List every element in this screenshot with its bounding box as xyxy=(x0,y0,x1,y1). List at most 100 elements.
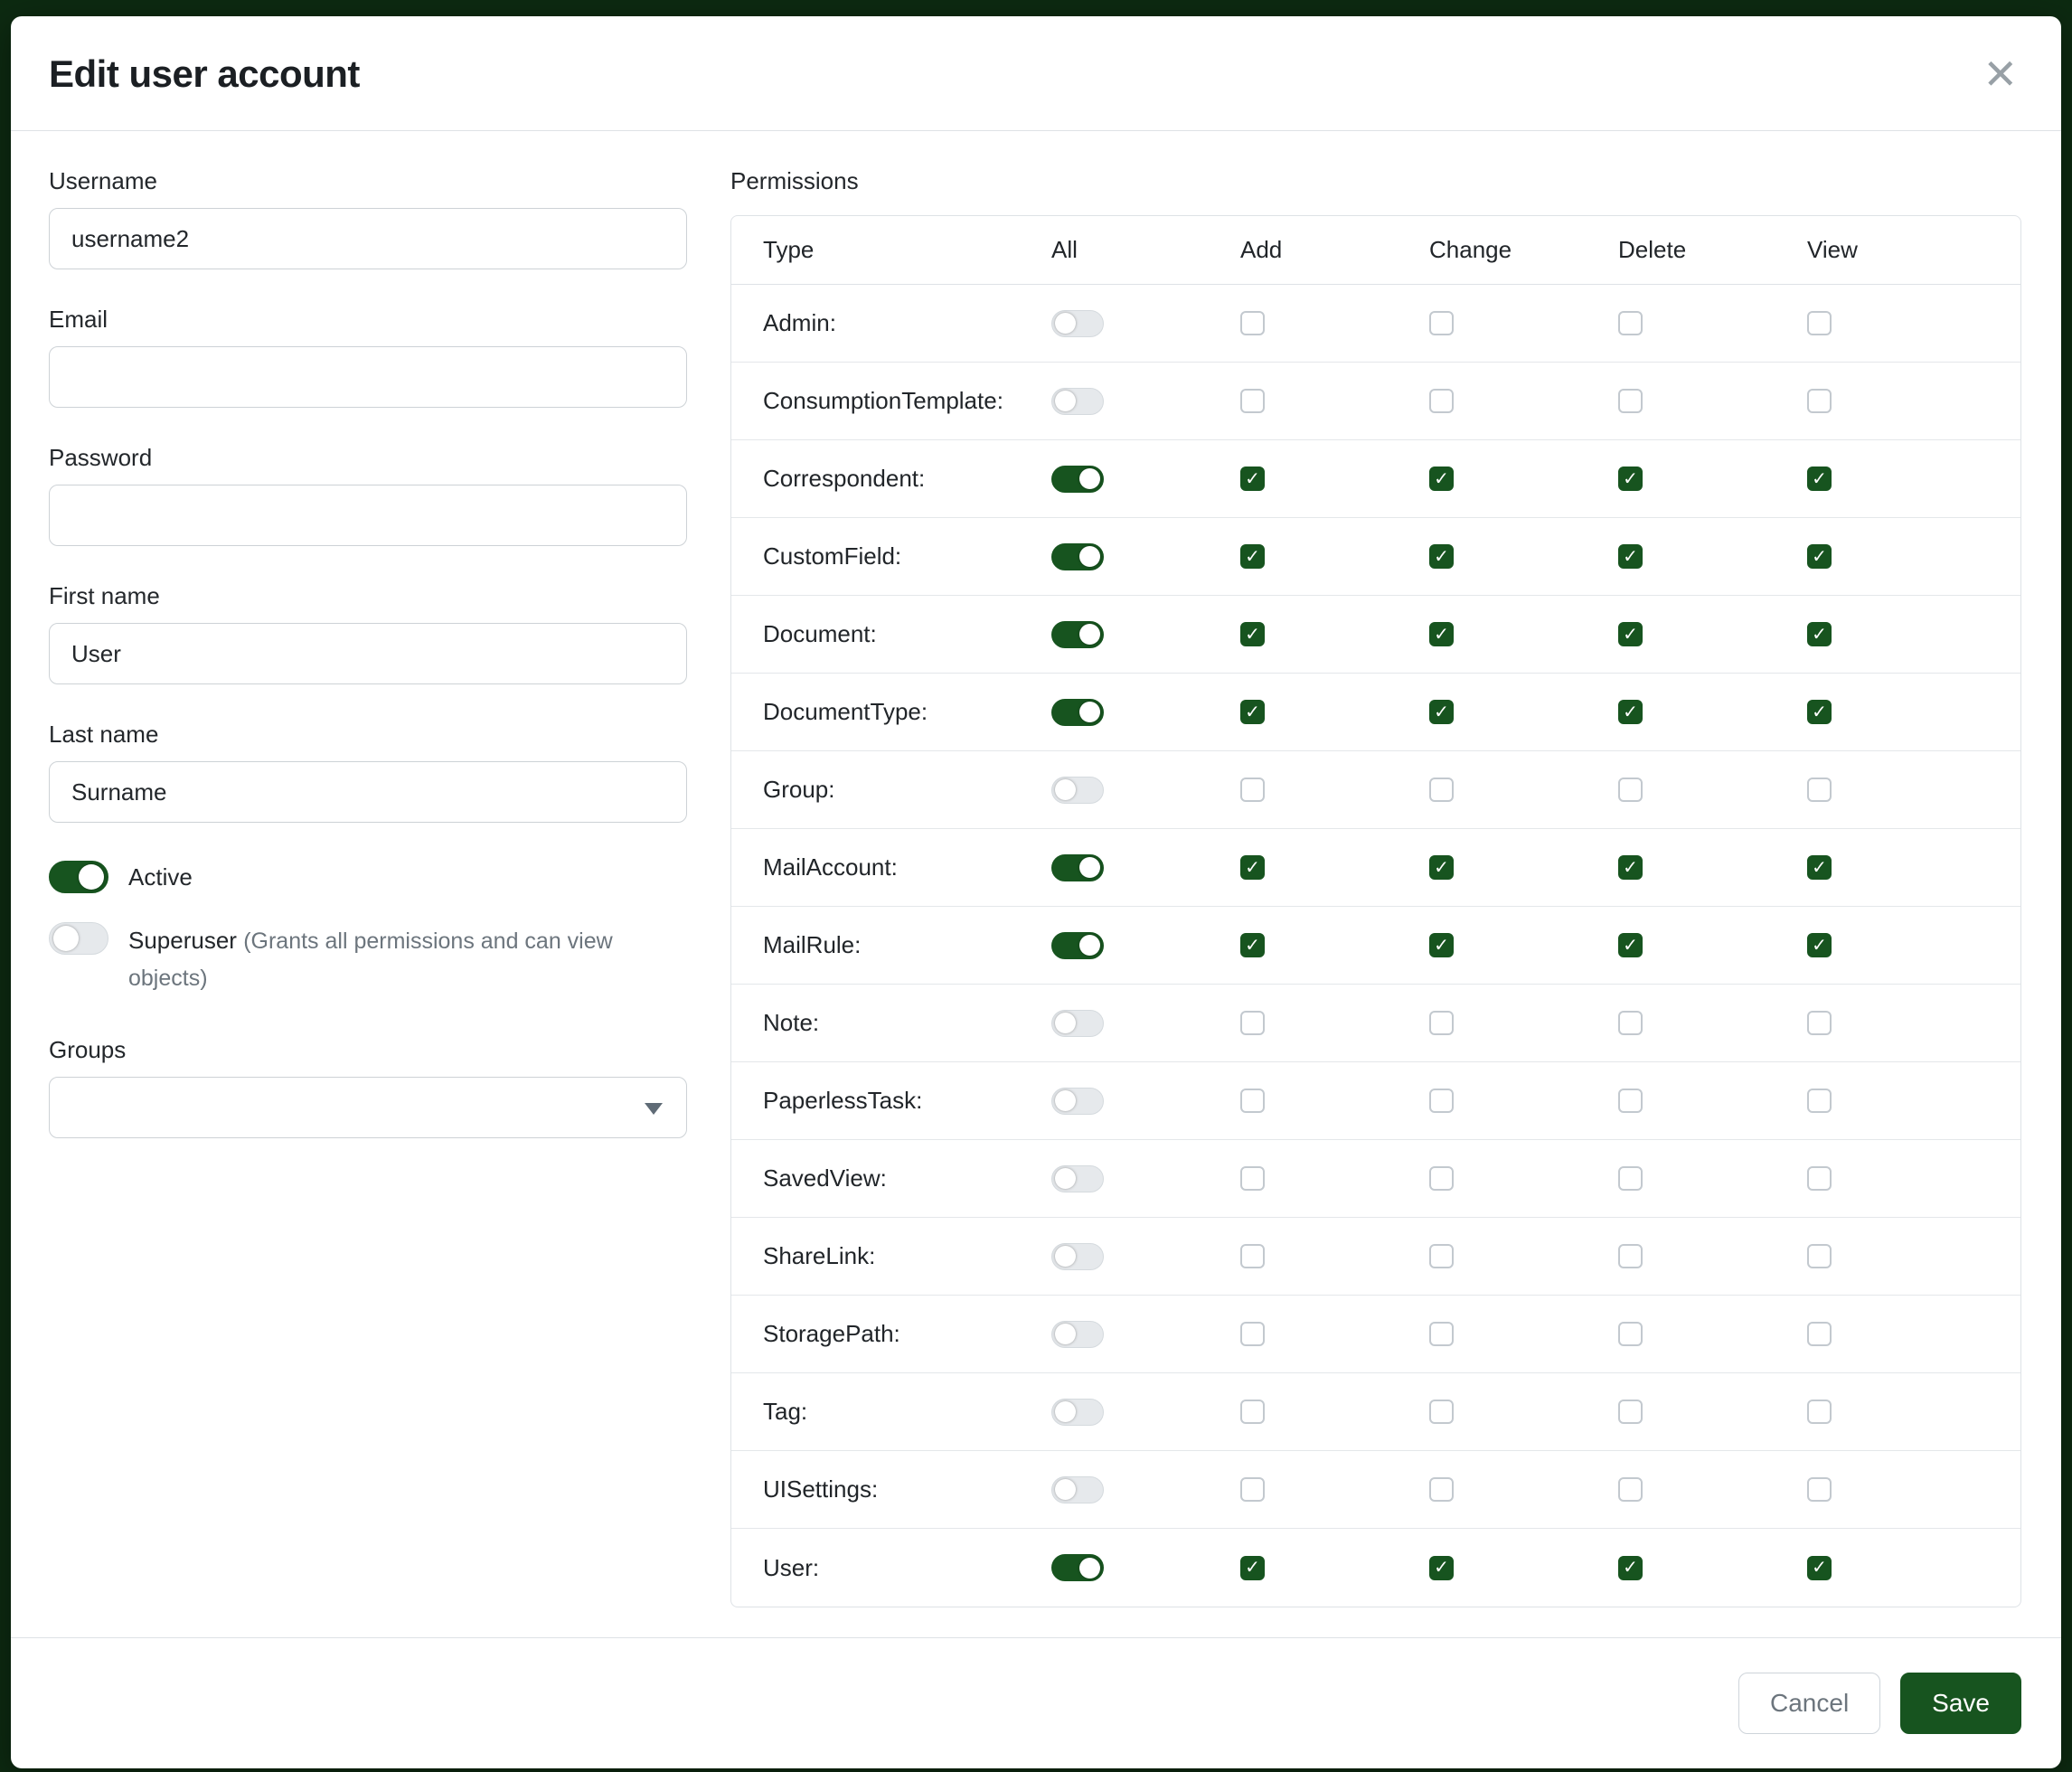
permission-add-checkbox[interactable] xyxy=(1240,1400,1265,1424)
superuser-toggle[interactable] xyxy=(49,922,108,955)
permission-all-toggle[interactable] xyxy=(1051,854,1104,881)
permission-all-toggle[interactable] xyxy=(1051,621,1104,648)
permission-all-toggle[interactable] xyxy=(1051,777,1104,804)
permission-view-checkbox[interactable]: ✓ xyxy=(1807,1556,1832,1580)
permission-all-toggle[interactable] xyxy=(1051,1321,1104,1348)
permission-view-checkbox[interactable] xyxy=(1807,311,1832,335)
permission-change-checkbox[interactable]: ✓ xyxy=(1429,855,1454,880)
permission-delete-checkbox[interactable] xyxy=(1618,389,1643,413)
permission-all-toggle[interactable] xyxy=(1051,1554,1104,1581)
groups-select[interactable] xyxy=(49,1077,687,1138)
permission-all-toggle[interactable] xyxy=(1051,699,1104,726)
permission-view-checkbox[interactable] xyxy=(1807,778,1832,802)
permission-delete-checkbox[interactable]: ✓ xyxy=(1618,933,1643,957)
username-input[interactable] xyxy=(49,208,687,269)
last-name-field[interactable] xyxy=(49,761,687,823)
permission-add-checkbox[interactable]: ✓ xyxy=(1240,467,1265,491)
permission-change-checkbox[interactable] xyxy=(1429,1011,1454,1035)
permission-all-toggle[interactable] xyxy=(1051,1010,1104,1037)
permission-all-toggle[interactable] xyxy=(1051,1399,1104,1426)
permission-view-checkbox[interactable]: ✓ xyxy=(1807,700,1832,724)
permission-change-checkbox[interactable] xyxy=(1429,1477,1454,1502)
permission-change-checkbox[interactable] xyxy=(1429,389,1454,413)
permission-change-checkbox[interactable] xyxy=(1429,311,1454,335)
permission-delete-checkbox[interactable]: ✓ xyxy=(1618,622,1643,646)
permission-delete-checkbox[interactable]: ✓ xyxy=(1618,1556,1643,1580)
permission-change-checkbox[interactable]: ✓ xyxy=(1429,933,1454,957)
permission-add-checkbox[interactable] xyxy=(1240,1244,1265,1268)
permission-view-checkbox[interactable]: ✓ xyxy=(1807,855,1832,880)
permissions-section: Permissions Type All Add Change Delete V… xyxy=(730,167,2021,1607)
permission-delete-checkbox[interactable]: ✓ xyxy=(1618,467,1643,491)
permission-add-checkbox[interactable]: ✓ xyxy=(1240,622,1265,646)
permission-change-checkbox[interactable] xyxy=(1429,1089,1454,1113)
permission-all-toggle[interactable] xyxy=(1051,466,1104,493)
permission-add-checkbox[interactable] xyxy=(1240,1477,1265,1502)
permission-view-checkbox[interactable] xyxy=(1807,389,1832,413)
permission-delete-checkbox[interactable] xyxy=(1618,1400,1643,1424)
first-name-field[interactable] xyxy=(49,623,687,684)
permission-add-checkbox[interactable] xyxy=(1240,778,1265,802)
permission-all-toggle[interactable] xyxy=(1051,1476,1104,1503)
permission-all-toggle[interactable] xyxy=(1051,310,1104,337)
permission-all-toggle[interactable] xyxy=(1051,1243,1104,1270)
permission-add-checkbox[interactable]: ✓ xyxy=(1240,700,1265,724)
permission-view-checkbox[interactable] xyxy=(1807,1400,1832,1424)
permission-view-checkbox[interactable]: ✓ xyxy=(1807,467,1832,491)
permission-change-checkbox[interactable]: ✓ xyxy=(1429,467,1454,491)
email-field[interactable] xyxy=(49,346,687,408)
permission-all-toggle[interactable] xyxy=(1051,1088,1104,1115)
permission-add-checkbox[interactable] xyxy=(1240,1166,1265,1191)
save-button[interactable]: Save xyxy=(1900,1673,2021,1734)
permission-all-toggle[interactable] xyxy=(1051,543,1104,570)
permission-change-checkbox[interactable]: ✓ xyxy=(1429,1556,1454,1580)
permission-delete-checkbox[interactable] xyxy=(1618,778,1643,802)
permission-change-checkbox[interactable] xyxy=(1429,1244,1454,1268)
permission-view-checkbox[interactable] xyxy=(1807,1011,1832,1035)
permission-change-checkbox[interactable]: ✓ xyxy=(1429,622,1454,646)
permission-add-checkbox[interactable]: ✓ xyxy=(1240,544,1265,569)
permission-add-checkbox[interactable] xyxy=(1240,1322,1265,1346)
permissions-heading: Permissions xyxy=(730,167,2021,195)
permission-view-checkbox[interactable]: ✓ xyxy=(1807,933,1832,957)
permission-view-checkbox[interactable] xyxy=(1807,1166,1832,1191)
permission-view-checkbox[interactable] xyxy=(1807,1244,1832,1268)
permission-add-checkbox[interactable]: ✓ xyxy=(1240,933,1265,957)
permission-delete-checkbox[interactable] xyxy=(1618,1477,1643,1502)
cancel-button[interactable]: Cancel xyxy=(1738,1673,1880,1734)
permission-add-checkbox[interactable]: ✓ xyxy=(1240,855,1265,880)
permission-view-checkbox[interactable]: ✓ xyxy=(1807,544,1832,569)
close-icon[interactable]: ✕ xyxy=(1979,53,2021,95)
permission-add-checkbox[interactable] xyxy=(1240,389,1265,413)
permission-change-checkbox[interactable]: ✓ xyxy=(1429,700,1454,724)
permission-all-toggle[interactable] xyxy=(1051,388,1104,415)
permission-delete-checkbox[interactable] xyxy=(1618,311,1643,335)
permission-delete-checkbox[interactable] xyxy=(1618,1089,1643,1113)
permission-view-checkbox[interactable] xyxy=(1807,1089,1832,1113)
permission-change-checkbox[interactable]: ✓ xyxy=(1429,544,1454,569)
permission-delete-checkbox[interactable] xyxy=(1618,1244,1643,1268)
permission-delete-checkbox[interactable]: ✓ xyxy=(1618,700,1643,724)
permission-delete-checkbox[interactable] xyxy=(1618,1166,1643,1191)
permission-all-toggle[interactable] xyxy=(1051,932,1104,959)
permission-add-checkbox[interactable] xyxy=(1240,311,1265,335)
permission-view-checkbox[interactable] xyxy=(1807,1477,1832,1502)
permission-view-checkbox[interactable] xyxy=(1807,1322,1832,1346)
permission-change-checkbox[interactable] xyxy=(1429,1322,1454,1346)
active-toggle[interactable] xyxy=(49,861,108,893)
permission-add-checkbox[interactable] xyxy=(1240,1011,1265,1035)
permission-delete-checkbox[interactable]: ✓ xyxy=(1618,855,1643,880)
permission-type-label: Correspondent: xyxy=(731,465,1051,493)
permission-delete-checkbox[interactable] xyxy=(1618,1322,1643,1346)
permission-all-toggle[interactable] xyxy=(1051,1165,1104,1192)
permission-add-checkbox[interactable]: ✓ xyxy=(1240,1556,1265,1580)
permission-change-checkbox[interactable] xyxy=(1429,778,1454,802)
password-field[interactable] xyxy=(49,485,687,546)
permission-view-checkbox[interactable]: ✓ xyxy=(1807,622,1832,646)
permission-add-checkbox[interactable] xyxy=(1240,1089,1265,1113)
modal-body: Username Email Password First name Last … xyxy=(11,131,2061,1637)
permission-delete-checkbox[interactable] xyxy=(1618,1011,1643,1035)
permission-change-checkbox[interactable] xyxy=(1429,1400,1454,1424)
permission-change-checkbox[interactable] xyxy=(1429,1166,1454,1191)
permission-delete-checkbox[interactable]: ✓ xyxy=(1618,544,1643,569)
